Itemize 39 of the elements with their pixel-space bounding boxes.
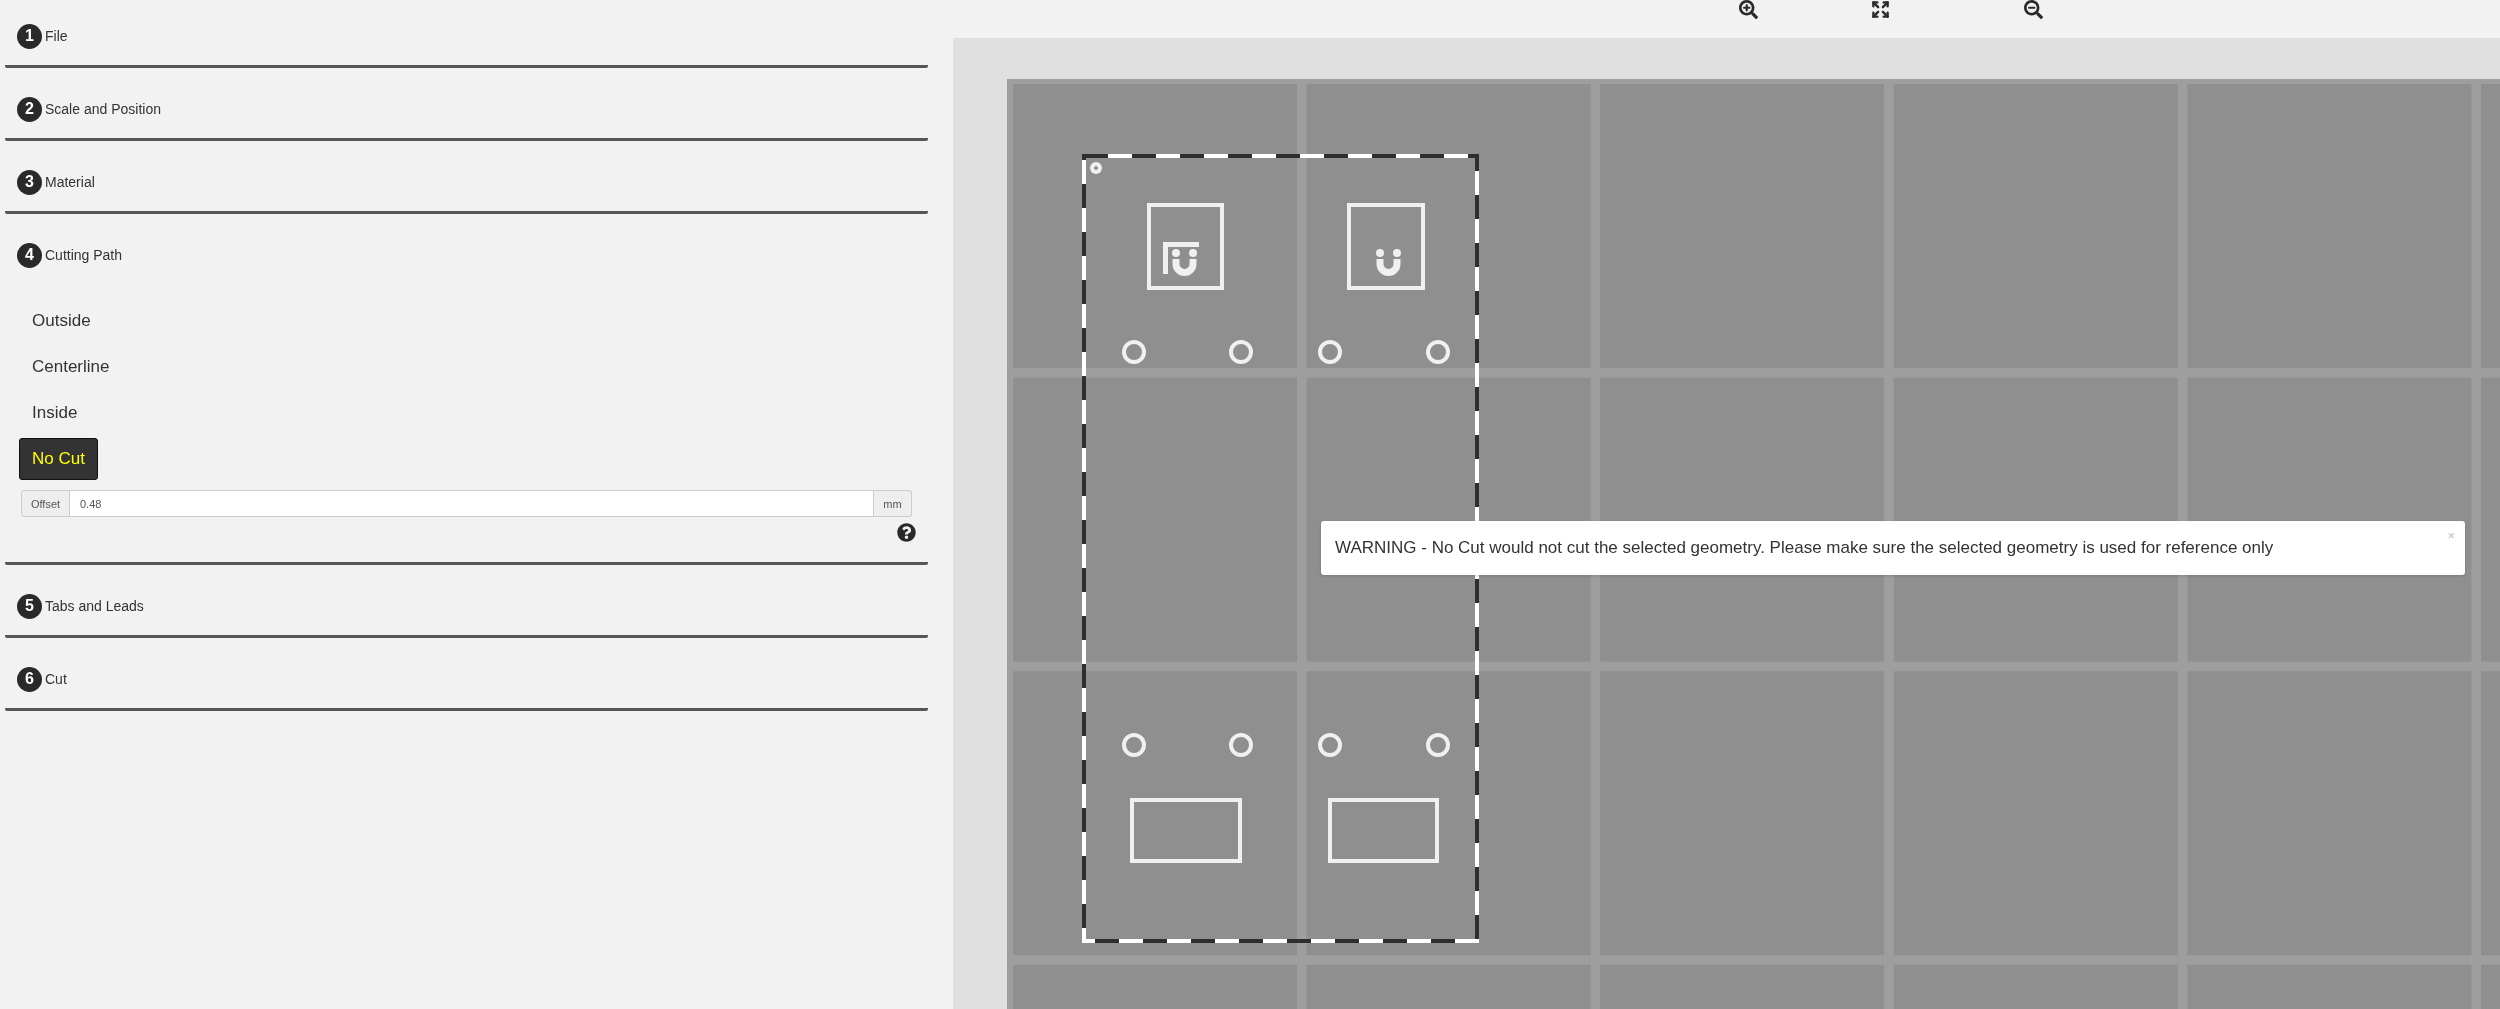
expand-arrows-icon xyxy=(1871,0,1890,19)
cutting-path-option[interactable]: Outside xyxy=(32,311,91,331)
step-number-badge: 6 xyxy=(17,666,42,692)
section-title[interactable]: Cut xyxy=(45,671,67,687)
hole-circle xyxy=(1229,340,1253,364)
cutting-path-option[interactable]: No Cut xyxy=(19,438,98,480)
hole-circle xyxy=(1318,340,1342,364)
section-title[interactable]: Cutting Path xyxy=(45,247,123,263)
cutting-path-option[interactable]: Centerline xyxy=(32,357,110,377)
section-title[interactable]: Tabs and Leads xyxy=(45,598,144,614)
step-number-badge: 3 xyxy=(17,169,42,195)
help-icon[interactable] xyxy=(897,523,916,542)
fit-to-view-button[interactable] xyxy=(1871,0,1890,19)
corner-line-icon xyxy=(1163,242,1199,274)
origin-marker-icon xyxy=(1090,162,1102,174)
zoom-out-button[interactable] xyxy=(2024,0,2043,19)
smiley-icon xyxy=(1172,249,1197,276)
step-number-badge: 2 xyxy=(17,96,42,122)
hole-circle xyxy=(1122,340,1146,364)
step-number-badge: 4 xyxy=(17,242,42,268)
hole-circle xyxy=(1426,340,1450,364)
section-title[interactable]: Scale and Position xyxy=(45,101,161,117)
smiley-icon xyxy=(1376,249,1401,276)
hole-circle xyxy=(1426,733,1450,757)
step-number-badge: 1 xyxy=(17,23,42,49)
zoom-in-icon xyxy=(1739,0,1758,19)
section-title[interactable]: File xyxy=(45,28,68,44)
hole-circle xyxy=(1318,733,1342,757)
step-number-badge: 5 xyxy=(17,593,42,619)
offset-input[interactable]: 0.48 xyxy=(70,490,874,517)
zoom-out-icon xyxy=(2024,0,2043,19)
hole-circle xyxy=(1229,733,1253,757)
unit-label: mm xyxy=(874,490,912,517)
cutting-path-option[interactable]: Inside xyxy=(32,403,78,423)
section-title[interactable]: Material xyxy=(45,174,95,190)
hole-circle xyxy=(1122,733,1146,757)
zoom-in-button[interactable] xyxy=(1739,0,1758,19)
offset-label: Offset xyxy=(21,490,70,517)
warning-message: WARNING - No Cut would not cut the selected geometry. Please make sure the selected geometry is used for reference only xyxy=(1335,538,2274,558)
